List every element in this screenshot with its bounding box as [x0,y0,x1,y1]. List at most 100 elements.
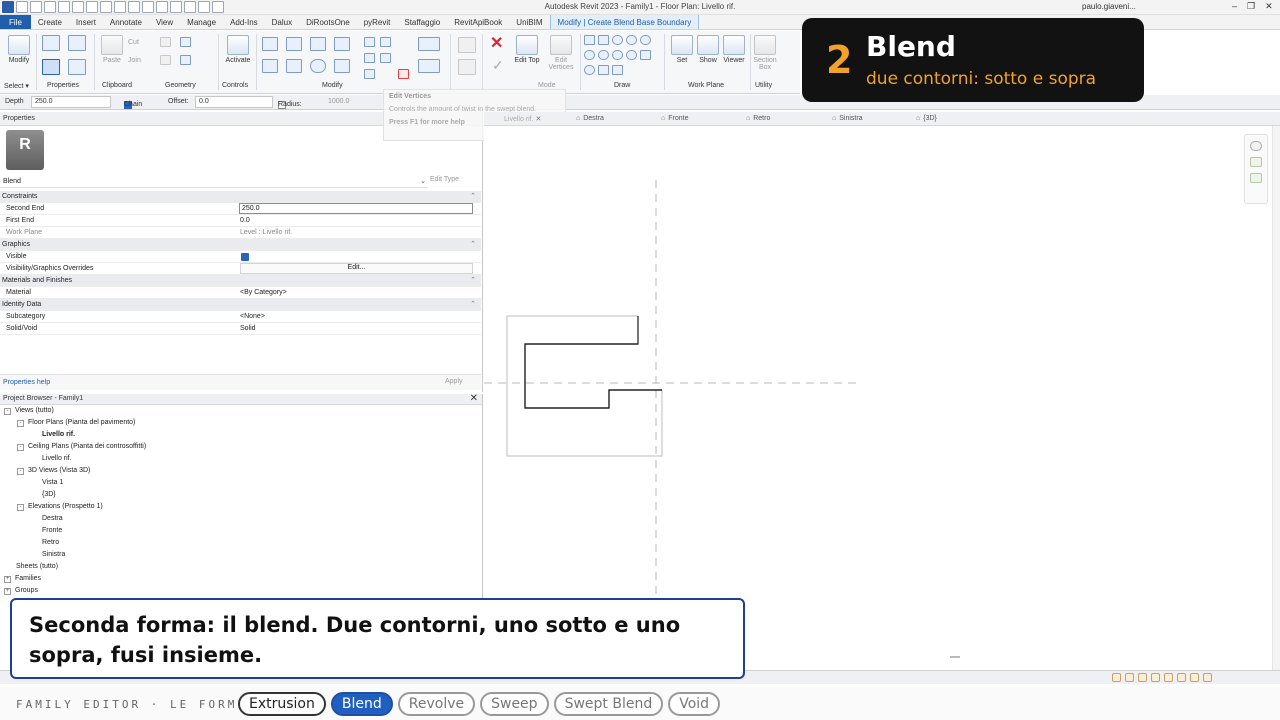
design-options-icon[interactable] [1125,673,1134,682]
visible-checkbox[interactable] [241,253,249,261]
chip-void[interactable]: Void [668,692,721,716]
ribbon-tab-dirootsone[interactable]: DiRootsOne [299,15,357,29]
browser-node[interactable]: - Floor Plans (Pianta del pavimento) [17,419,135,427]
unpin-icon[interactable] [364,69,375,79]
ribbon-tab-create[interactable]: Create [31,15,69,29]
ellipse-icon[interactable] [584,65,595,75]
offset-icon[interactable] [286,37,302,51]
fillet-arc-icon[interactable] [626,50,637,60]
line-style-icon[interactable] [418,37,440,51]
viewer-button[interactable]: Viewer [722,35,746,64]
property-value[interactable]: <By Category> [240,289,287,296]
rectangle-icon[interactable] [598,35,609,45]
browser-node[interactable]: Sinistra [42,551,65,558]
mirror-axis-icon[interactable] [310,37,326,51]
browser-node[interactable]: - Ceiling Plans (Pianta dei controsoffitt… [17,443,146,451]
property-value[interactable]: 0.0 [240,217,250,224]
type-selector[interactable]: Blend ⌄ [0,176,428,188]
collapse-icon[interactable]: - [17,468,24,475]
family-types-icon[interactable] [68,35,86,51]
collapse-icon[interactable]: - [17,420,24,427]
start-end-arc-icon[interactable] [584,50,595,60]
ribbon-tab-unibim[interactable]: UniBIM [509,15,549,29]
pin-icon[interactable] [380,53,391,63]
ribbon-tab-dalux[interactable]: Dalux [265,15,299,29]
browser-node[interactable]: Destra [42,515,63,522]
scale-icon[interactable] [364,53,375,63]
circle-icon[interactable] [640,35,651,45]
browser-node[interactable]: + Families [4,575,41,583]
collapse-icon[interactable]: ⌃ [470,239,476,251]
cancel-edit-icon[interactable]: ✕ [490,33,503,53]
ribbon-tab-manage[interactable]: Manage [180,15,223,29]
property-section-header[interactable]: Materials and Finishes ⌃ [0,275,481,287]
edit-top-button[interactable]: Edit Top [513,35,541,64]
measure-icon[interactable] [458,37,476,53]
select-by-face-icon[interactable] [1177,673,1186,682]
property-section-header[interactable]: Constraints ⌃ [0,191,481,203]
view-tab[interactable]: Livello rif. ✕ [504,115,544,123]
property-value[interactable]: <None> [240,313,265,320]
select-links-icon[interactable] [1138,673,1147,682]
chip-blend[interactable]: Blend [330,692,393,716]
properties-icon[interactable] [42,59,60,75]
minimize-icon[interactable]: – [1232,1,1237,12]
zoom-region-icon[interactable] [1250,173,1262,183]
property-section-header[interactable]: Graphics ⌃ [0,239,481,251]
show-button[interactable]: Show [696,35,720,64]
filter-icon[interactable] [1203,673,1212,682]
inscribed-polygon-icon[interactable] [612,35,623,45]
browser-node[interactable]: Sheets (tutto) [16,563,58,570]
blend-sketch-lines[interactable] [524,316,662,409]
browser-node[interactable]: Vista 1 [42,479,63,486]
select-underlay-icon[interactable] [1151,673,1160,682]
browser-node[interactable]: -3D Views (Vista 3D) [17,467,90,475]
maximize-icon[interactable]: ❐ [1247,1,1255,12]
chip-extrusion[interactable]: Extrusion [238,692,326,716]
browser-node[interactable]: Retro [42,539,59,546]
paint-icon[interactable] [180,55,191,65]
delete-icon[interactable] [398,69,409,79]
activate-button[interactable]: Activate [224,35,252,64]
close-icon[interactable]: ✕ [1265,1,1273,12]
browser-node[interactable]: {3D} [42,491,56,498]
partial-ellipse-icon[interactable] [598,65,609,75]
collapse-icon[interactable]: ⌃ [470,275,476,287]
split-icon[interactable] [364,37,375,47]
modify-button[interactable]: Modify [4,35,34,64]
apply-button[interactable]: Apply [437,377,471,386]
canvas-scrollbar[interactable] [1272,126,1280,670]
type-properties-icon[interactable] [42,35,60,51]
browser-node[interactable]: - Elevations (Prospetto 1) [17,503,103,511]
ribbon-tab-revitapibook[interactable]: RevitApiBook [447,15,509,29]
edit-vertices-button[interactable]: Edit Vertices [546,35,576,71]
paste-button[interactable]: Paste [100,35,124,64]
section-box-button[interactable]: Section Box [752,35,778,71]
zoom-icon[interactable] [1250,157,1262,167]
pick-lines-icon[interactable] [612,65,623,75]
collapse-icon[interactable]: ⌃ [470,299,476,311]
align-icon[interactable] [262,37,278,51]
ribbon-tab-pyrevit[interactable]: pyRevit [357,15,398,29]
property-section-header[interactable]: Identity Data ⌃ [0,299,481,311]
collapse-icon[interactable]: - [17,504,24,511]
set-button[interactable]: Set [670,35,694,64]
ribbon-tab-insert[interactable]: Insert [69,15,103,29]
offset-input[interactable]: 0.0 [195,96,273,108]
ribbon-tab-annotate[interactable]: Annotate [103,15,149,29]
steering-wheel-icon[interactable] [1250,141,1262,151]
cope-icon[interactable] [160,37,171,47]
create-similar-icon[interactable] [458,59,476,75]
array-icon[interactable] [380,37,391,47]
cut-button[interactable]: Cut [128,39,158,46]
chip-revolve[interactable]: Revolve [397,692,476,716]
family-category-icon[interactable] [68,59,86,75]
select-dropdown[interactable]: Select ▾ [4,82,29,90]
depth-input[interactable]: 250.0 [31,96,111,108]
properties-help-link[interactable]: Properties help [3,379,50,386]
drag-elements-icon[interactable] [1190,673,1199,682]
pick-icon[interactable] [418,59,440,73]
trim-icon[interactable] [334,59,350,73]
center-ends-arc-icon[interactable] [598,50,609,60]
wall-joins-icon[interactable] [180,37,191,47]
